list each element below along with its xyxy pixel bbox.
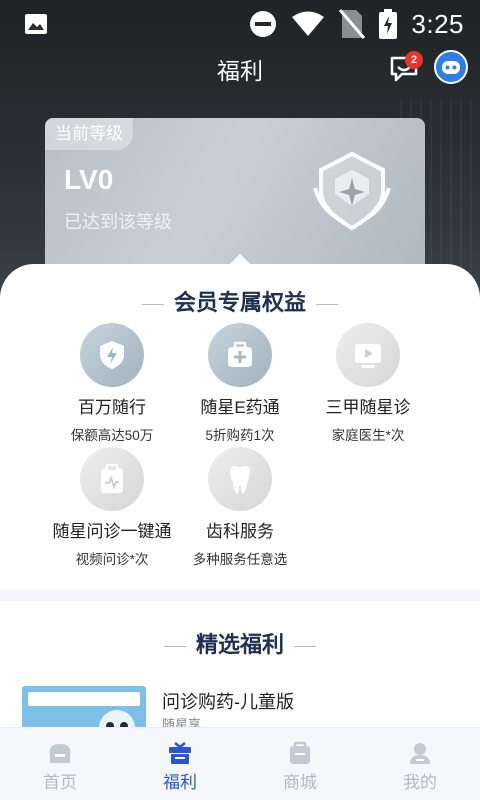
clock: 3:25 <box>411 8 464 39</box>
tab-mine[interactable]: 我的 <box>360 728 480 800</box>
clipboard-pulse-icon <box>101 464 123 493</box>
home-icon <box>50 744 70 763</box>
tab-label: 福利 <box>163 773 197 792</box>
status-bar: 3:25 <box>0 0 480 48</box>
video-screen-icon <box>355 344 381 368</box>
tab-label: 我的 <box>403 773 437 792</box>
featured-item[interactable]: 问诊购药-儿童版 随星享 <box>22 686 462 746</box>
gift-icon <box>169 742 191 764</box>
avatar[interactable] <box>434 50 468 84</box>
level-name: LV0 <box>64 164 114 195</box>
benefit-subtitle: 多种服务任意选 <box>192 552 288 567</box>
tab-welfare[interactable]: 福利 <box>120 728 240 800</box>
tab-label: 商城 <box>283 773 317 792</box>
benefit-item-dental[interactable]: 齿科服务 多种服务任意选 <box>160 447 320 568</box>
tab-shop[interactable]: 商城 <box>240 728 360 800</box>
member-benefits-title: 会员专属权益 <box>0 285 480 317</box>
no-sim-icon <box>339 9 366 39</box>
battery-charging-icon <box>379 9 398 39</box>
tab-label: 首页 <box>43 773 77 792</box>
benefit-subtitle: 家庭医生*次 <box>331 428 405 443</box>
tab-home[interactable]: 首页 <box>0 728 120 800</box>
shop-bag-icon <box>290 741 310 764</box>
wifi-icon <box>292 11 325 36</box>
bottom-tab-bar: 首页 福利 商城 我的 <box>0 727 480 800</box>
message-badge: 2 <box>405 51 423 69</box>
shield-lightning-icon <box>100 341 124 369</box>
featured-item-title: 问诊购药-儿童版 <box>162 692 294 712</box>
robot-avatar-icon <box>437 53 465 81</box>
level-tag: 当前等级 <box>45 118 133 150</box>
benefit-item-top-hospital[interactable]: 三甲随星诊 家庭医生*次 <box>288 323 448 444</box>
pointer-notch <box>230 254 250 264</box>
medicine-box-icon <box>228 341 252 367</box>
level-trophy-icon <box>313 151 391 231</box>
tooth-icon <box>230 465 250 493</box>
level-description: 已达到该等级 <box>64 212 172 232</box>
benefit-name: 三甲随星诊 <box>325 398 411 417</box>
featured-benefits-title: 精选福利 <box>0 627 480 659</box>
benefit-name: 齿科服务 <box>206 522 274 541</box>
image-notification-icon <box>25 14 47 34</box>
user-icon <box>410 743 430 764</box>
do-not-disturb-icon <box>250 11 277 37</box>
